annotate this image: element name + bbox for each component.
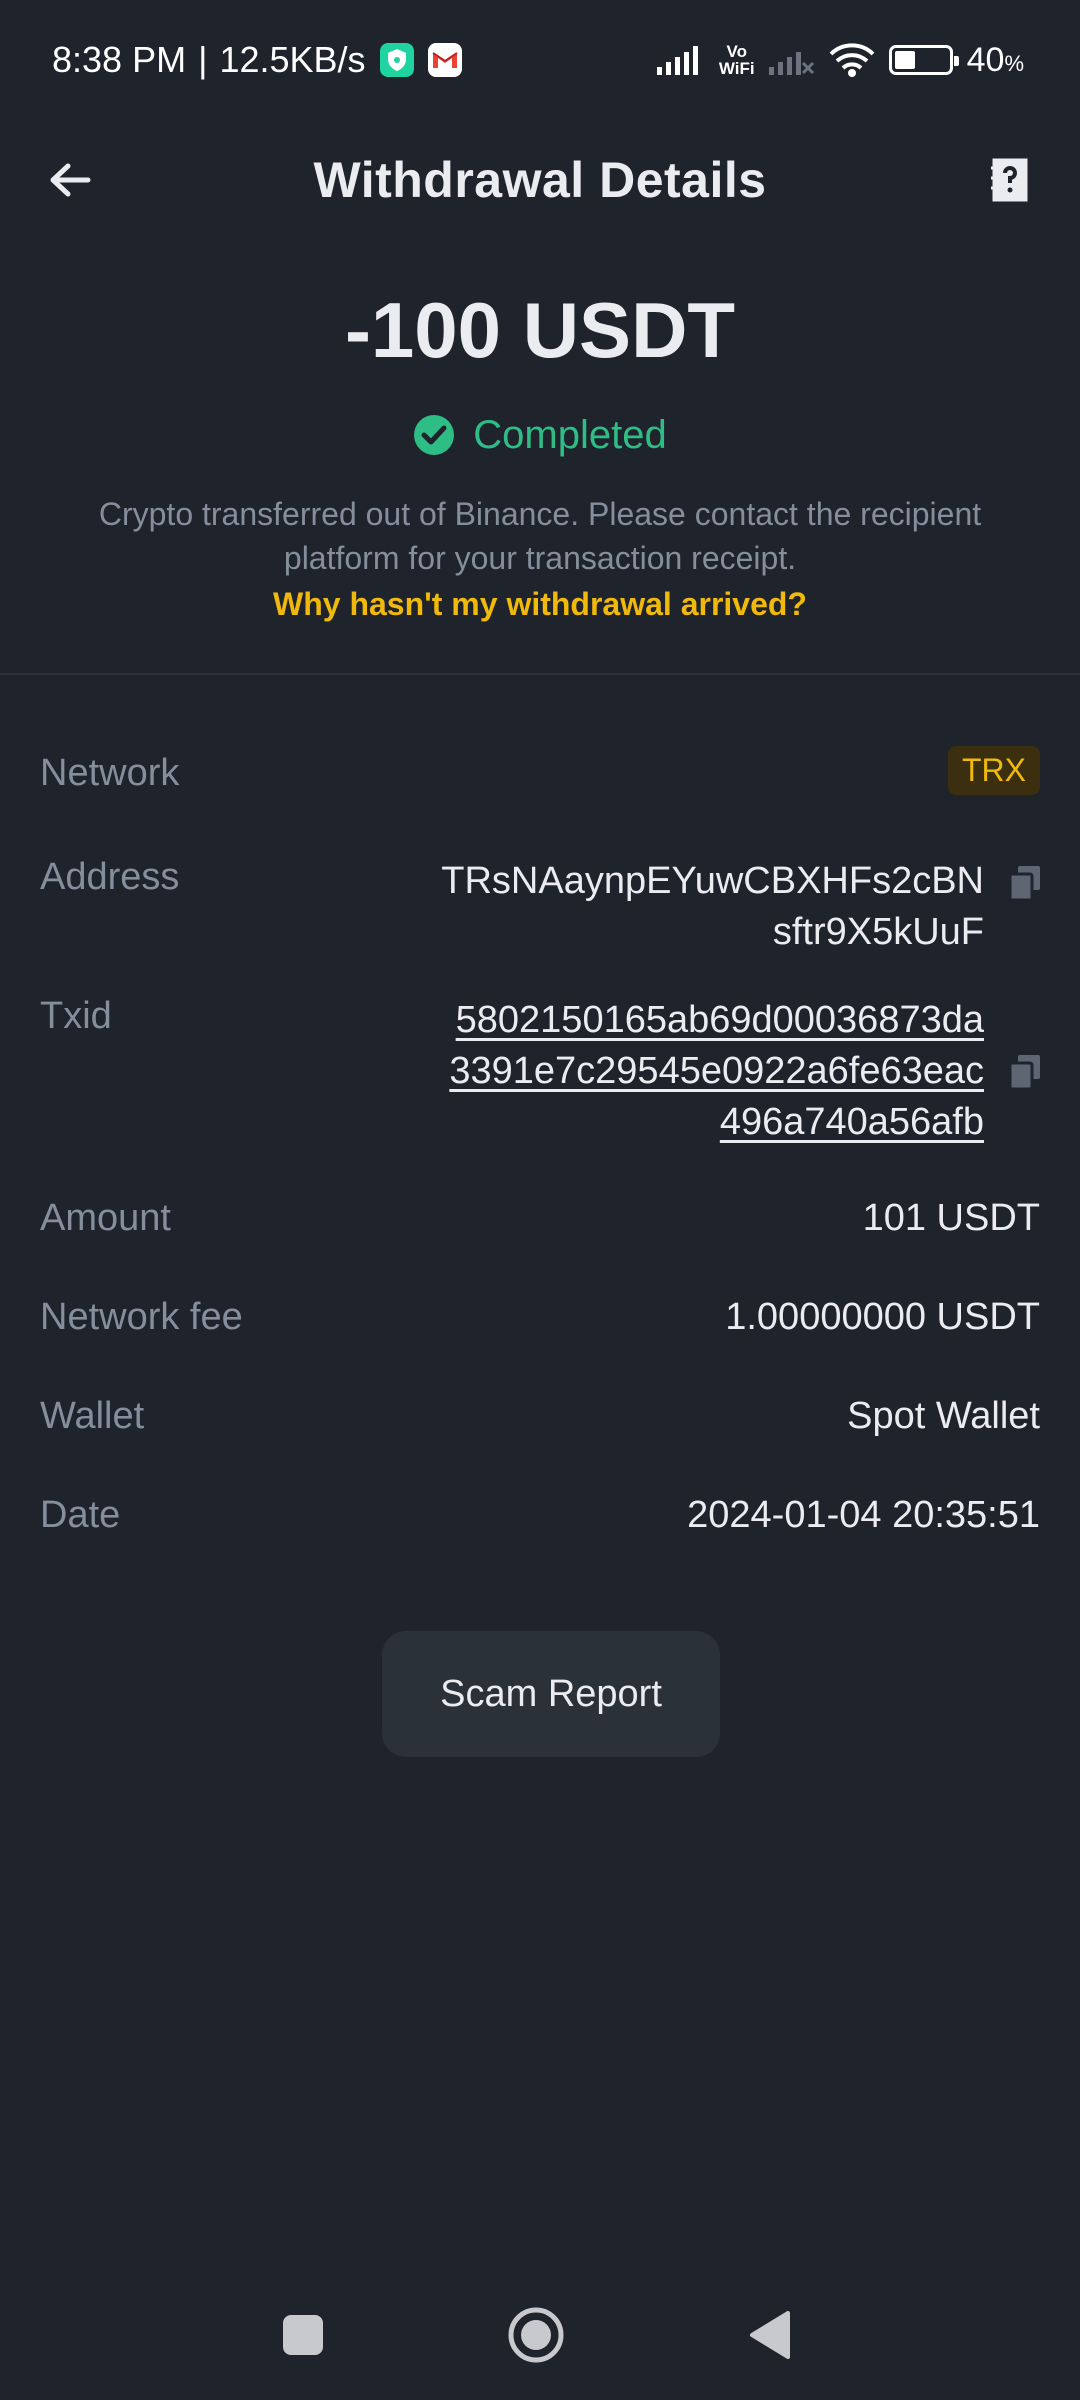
- triangle-back-icon: [750, 2311, 790, 2359]
- network-fee-label: Network fee: [40, 1296, 243, 1338]
- help-button[interactable]: [982, 150, 1038, 210]
- home-button[interactable]: [491, 2290, 581, 2380]
- battery-percent: 40%: [967, 41, 1024, 80]
- transfer-note: Crypto transferred out of Binance. Pleas…: [98, 496, 982, 576]
- txid-line: 3391e7c29545e0922a6fe63eac: [449, 1050, 984, 1092]
- cell-signal-icon: [656, 46, 698, 75]
- txid-label: Txid: [40, 995, 112, 1037]
- network-badge: TRX: [948, 746, 1040, 795]
- txid-line: 5802150165ab69d00036873da: [455, 999, 984, 1041]
- status-right: Vo WiFi 40%: [656, 41, 1024, 80]
- withdrawal-amount: -100 USDT: [344, 286, 736, 374]
- network-speed: 12.5KB/s: [219, 39, 366, 80]
- recents-button[interactable]: [258, 2290, 348, 2380]
- battery-percent-unit: %: [1004, 50, 1024, 76]
- system-nav-bar: [0, 2290, 1080, 2380]
- battery-percent-value: 40: [966, 40, 1005, 79]
- address-line: sftr9X5kUuF: [772, 911, 984, 953]
- vowifi-indicator: Vo WiFi: [719, 43, 755, 77]
- date-row: Date 2024-01-04 20:35:51: [40, 1494, 1040, 1537]
- no-signal-icon: [768, 52, 814, 75]
- clock: 8:38 PM: [52, 39, 187, 80]
- copy-txid-icon[interactable]: [1010, 1054, 1040, 1089]
- withdrawal-faq-link[interactable]: Why hasn't my withdrawal arrived?: [273, 586, 807, 623]
- vowifi-bottom: WiFi: [718, 59, 755, 78]
- amount-row: Amount 101 USDT: [40, 1197, 1040, 1240]
- gmail-icon: [427, 43, 462, 77]
- back-button[interactable]: [42, 152, 98, 208]
- network-row: Network TRX: [40, 746, 1040, 795]
- address-value-group: TRsNAaynpEYuwCBXHFs2cBN sftr9X5kUuF: [441, 856, 1040, 958]
- wallet-row: Wallet Spot Wallet: [40, 1395, 1040, 1438]
- wallet-value: Spot Wallet: [847, 1395, 1040, 1437]
- help-document-icon: [991, 158, 1028, 202]
- status-line: Completed: [0, 400, 1080, 470]
- status-bar: 8:38 PM | 12.5KB/s Vo WiFi 40%: [0, 0, 1080, 120]
- battery-icon: [888, 45, 959, 75]
- address-row: Address TRsNAaynpEYuwCBXHFs2cBN sftr9X5k…: [40, 856, 1040, 958]
- status-separator: |: [198, 39, 208, 80]
- status-left: 8:38 PM | 12.5KB/s: [52, 39, 462, 81]
- address-value: TRsNAaynpEYuwCBXHFs2cBN sftr9X5kUuF: [441, 856, 984, 958]
- txid-line: 496a740a56afb: [719, 1101, 984, 1143]
- back-nav-button[interactable]: [725, 2290, 815, 2380]
- amount-value: 101 USDT: [862, 1197, 1040, 1239]
- shield-app-icon: [379, 43, 414, 77]
- amount-label: Amount: [40, 1197, 171, 1239]
- app-header: Withdrawal Details: [0, 120, 1080, 240]
- scam-report-button[interactable]: Scam Report: [382, 1631, 720, 1757]
- vowifi-top: Vo: [726, 42, 747, 61]
- address-line: TRsNAaynpEYuwCBXHFs2cBN: [441, 860, 984, 902]
- wifi-icon: [829, 43, 875, 77]
- date-label: Date: [40, 1494, 121, 1536]
- arrow-left-icon: [50, 163, 91, 197]
- date-value: 2024-01-04 20:35:51: [687, 1494, 1040, 1536]
- address-label: Address: [40, 856, 180, 898]
- network-fee-value: 1.00000000 USDT: [725, 1296, 1040, 1338]
- txid-value-group: 5802150165ab69d00036873da 3391e7c29545e0…: [449, 995, 1040, 1148]
- network-label: Network: [40, 752, 180, 794]
- withdrawal-summary: -100 USDT Completed Crypto transferred o…: [0, 270, 1080, 623]
- wallet-label: Wallet: [40, 1395, 145, 1437]
- square-icon: [283, 2315, 323, 2355]
- txid-row: Txid 5802150165ab69d00036873da 3391e7c29…: [40, 995, 1040, 1148]
- divider: [0, 673, 1080, 675]
- battery-level: [894, 51, 916, 69]
- network-fee-row: Network fee 1.00000000 USDT: [40, 1296, 1040, 1339]
- page-title: Withdrawal Details: [313, 152, 767, 208]
- status-text: Completed: [473, 412, 667, 457]
- copy-address-icon[interactable]: [1010, 866, 1040, 900]
- check-circle-icon: [414, 415, 455, 455]
- txid-link[interactable]: 5802150165ab69d00036873da 3391e7c29545e0…: [449, 995, 984, 1148]
- circle-home-icon: [508, 2307, 564, 2363]
